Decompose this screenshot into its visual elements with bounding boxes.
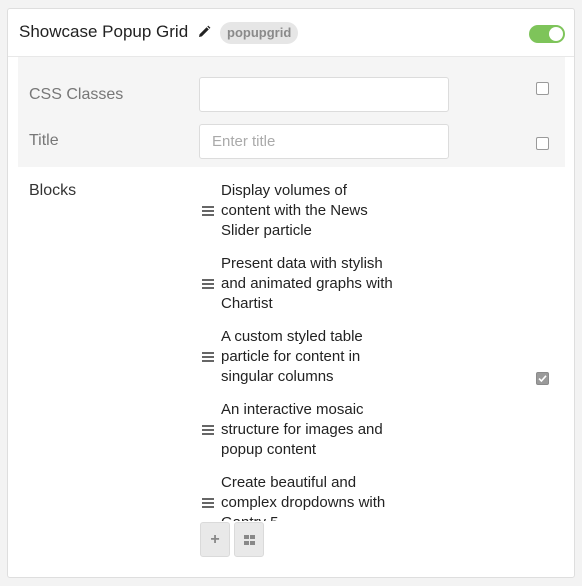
block-item[interactable]: An interactive mosaic structure for imag…: [199, 396, 399, 469]
panel-header: Showcase Popup Grid popupgrid: [8, 9, 574, 57]
blocks-row: Blocks Display volumes of content with t…: [18, 167, 565, 571]
particle-panel: Showcase Popup Grid popupgrid CSS Classe…: [7, 8, 575, 578]
toggle-knob: [549, 27, 563, 41]
pencil-icon[interactable]: [197, 25, 211, 39]
grid-icon: [244, 535, 256, 545]
checkmark-icon: [538, 375, 547, 383]
block-list: Display volumes of content with the News…: [199, 177, 399, 521]
drag-handle-icon[interactable]: [202, 498, 214, 508]
plus-icon: +: [210, 531, 220, 548]
block-item[interactable]: A custom styled table particle for conte…: [199, 323, 399, 396]
blocks-override-checkbox[interactable]: [536, 372, 549, 385]
drag-handle-icon[interactable]: [202, 352, 214, 362]
css-classes-input[interactable]: [199, 77, 449, 112]
blocks-label: Blocks: [29, 182, 77, 199]
block-item-text: An interactive mosaic structure for imag…: [221, 401, 383, 458]
drag-handle-icon[interactable]: [202, 425, 214, 435]
collection-settings-button[interactable]: [234, 522, 264, 557]
css-classes-label: CSS Classes: [29, 86, 124, 103]
drag-handle-icon[interactable]: [202, 279, 214, 289]
block-item-text: Present data with stylish and animated g…: [221, 255, 393, 312]
block-item-text: A custom styled table particle for conte…: [221, 328, 363, 385]
block-item-text: Display volumes of content with the News…: [221, 182, 368, 239]
enabled-toggle[interactable]: [529, 25, 565, 43]
block-item-text: Create beautiful and complex dropdowns w…: [221, 474, 386, 521]
add-block-button[interactable]: +: [200, 522, 230, 557]
particle-type-badge: popupgrid: [220, 22, 299, 44]
drag-handle-icon[interactable]: [202, 206, 214, 216]
css-classes-override-checkbox[interactable]: [536, 82, 549, 95]
panel-title: Showcase Popup Grid: [19, 22, 189, 41]
block-item[interactable]: Display volumes of content with the News…: [199, 177, 399, 250]
title-input[interactable]: [199, 124, 449, 159]
settings-group: CSS Classes Title: [18, 57, 565, 167]
title-override-checkbox[interactable]: [536, 137, 549, 150]
block-item[interactable]: Create beautiful and complex dropdowns w…: [199, 469, 399, 521]
title-label: Title: [29, 132, 59, 149]
block-item[interactable]: Present data with stylish and animated g…: [199, 250, 399, 323]
